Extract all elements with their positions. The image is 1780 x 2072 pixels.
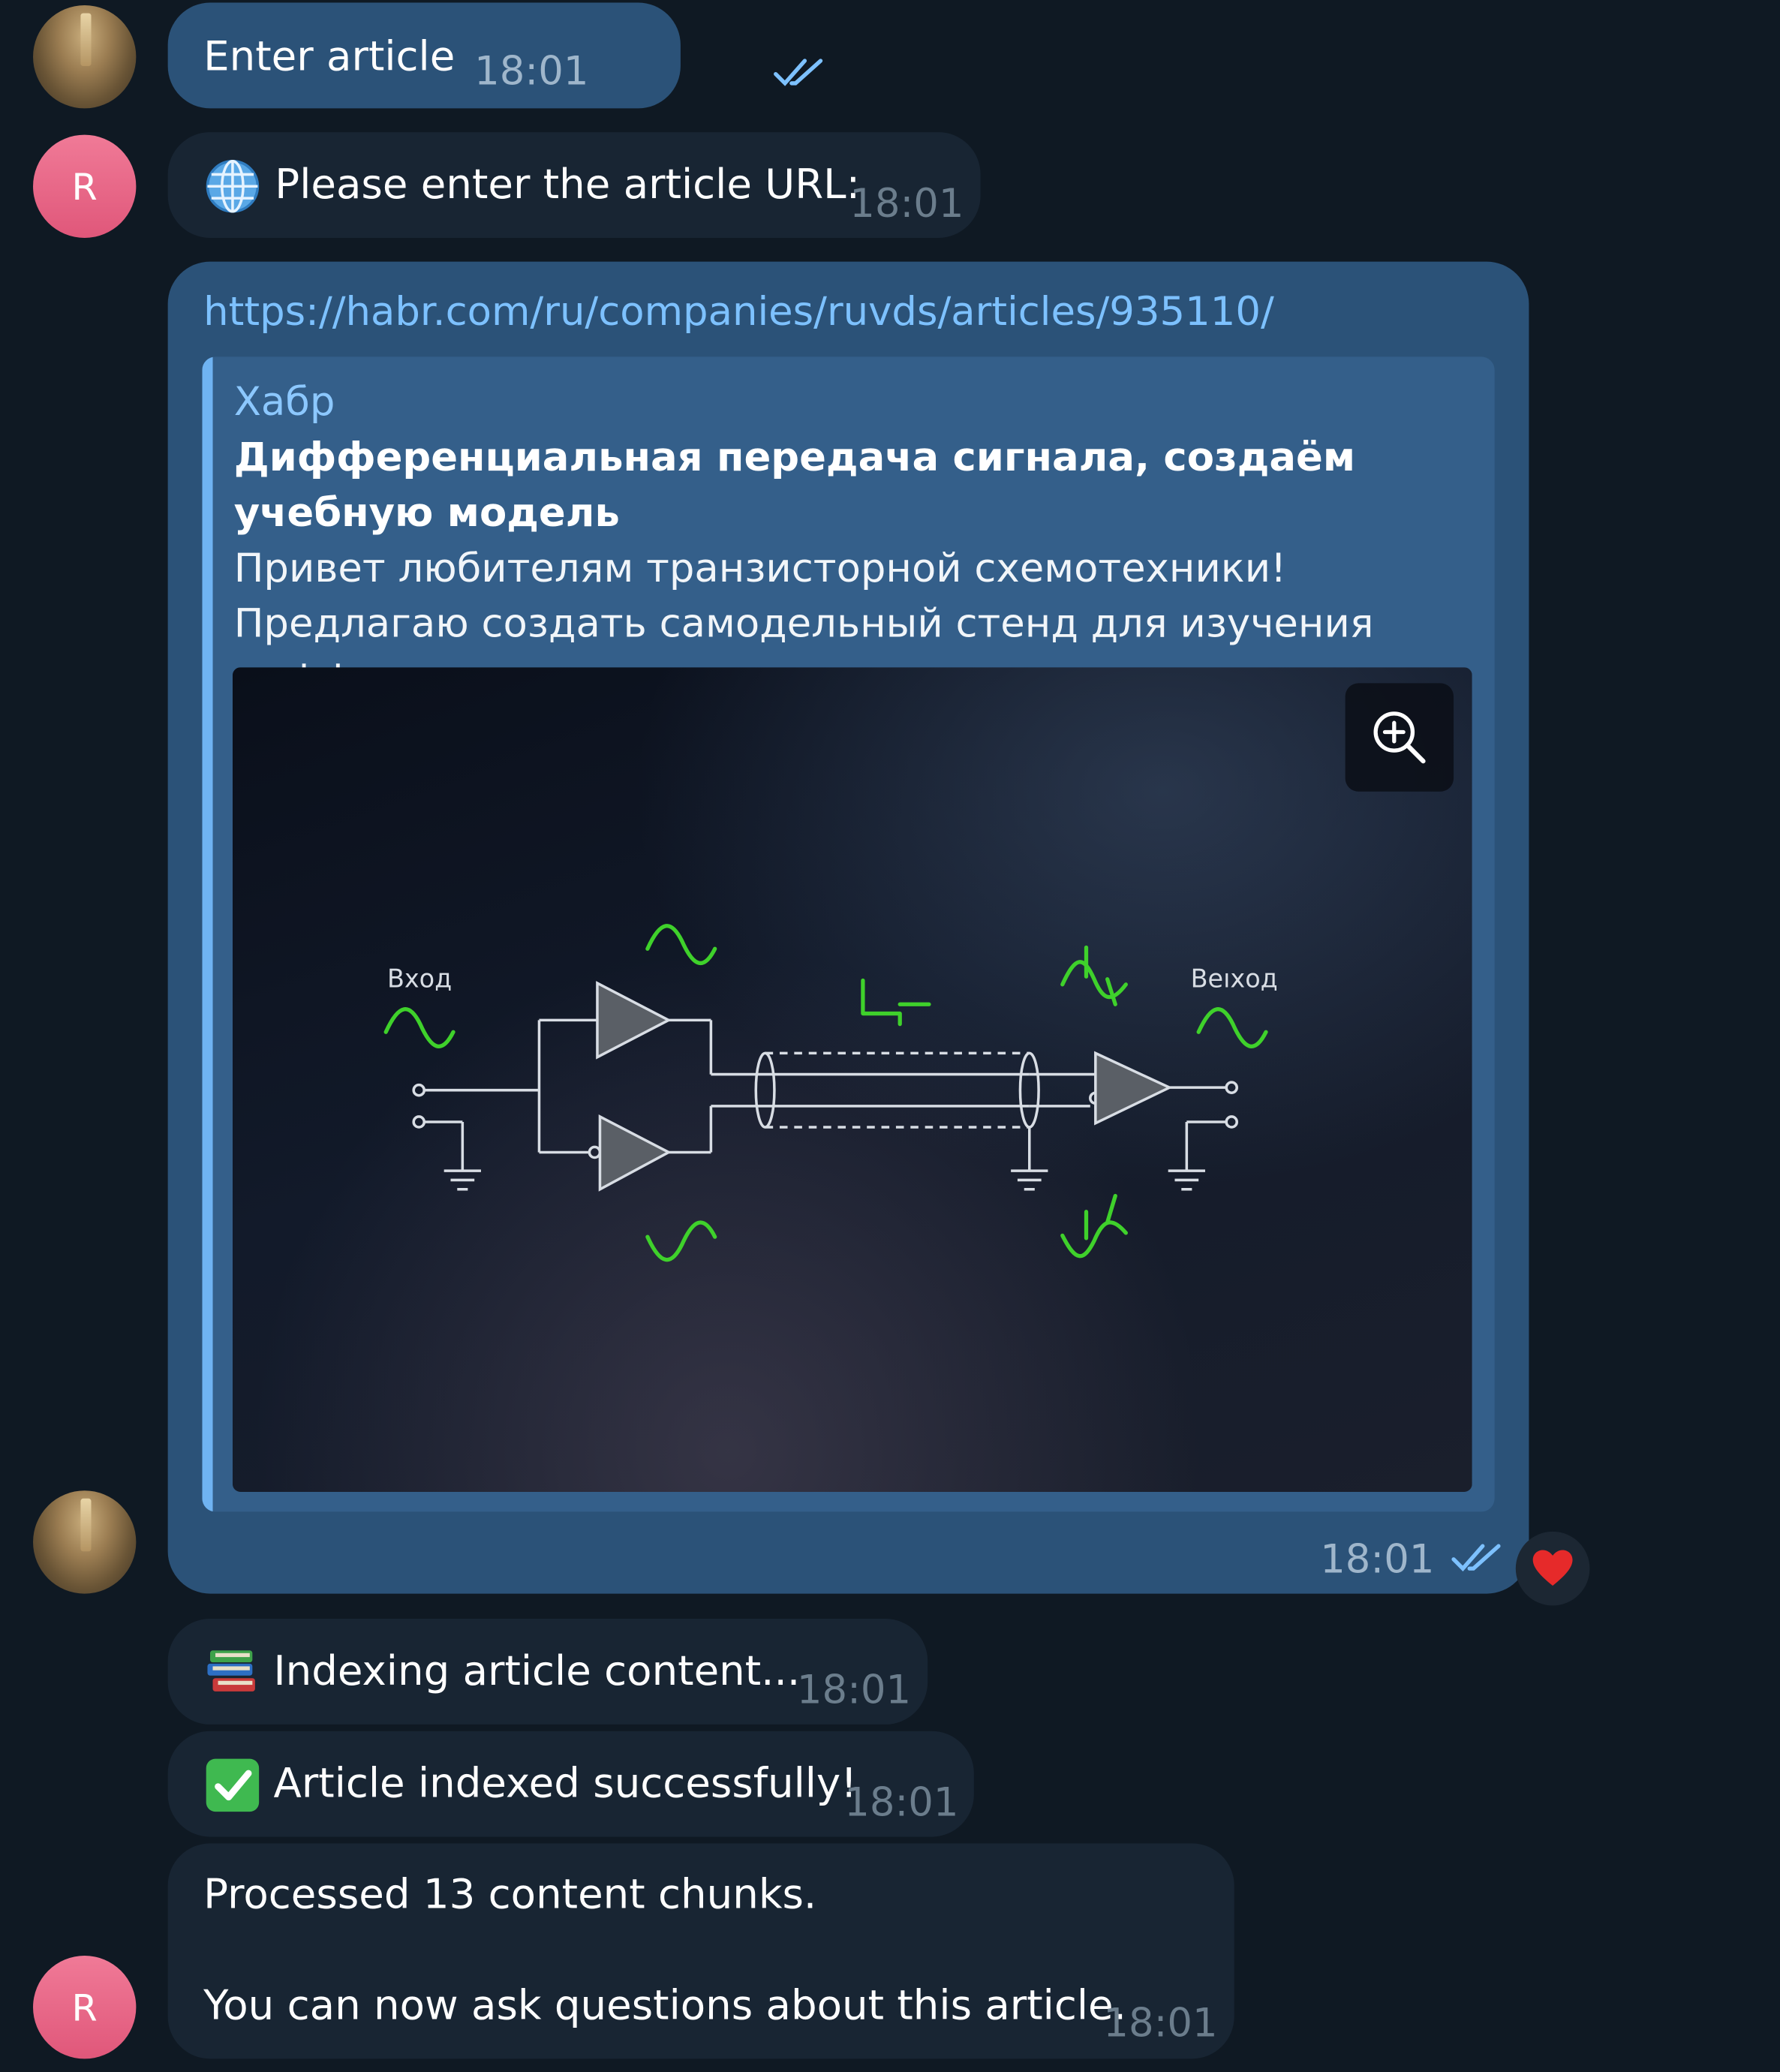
avatar-letter: R bbox=[71, 164, 98, 209]
message-text: Please enter the article URL: bbox=[275, 161, 860, 209]
message-enter-url[interactable]: Please enter the article URL: 18:01 bbox=[167, 132, 981, 238]
message-time: 18:01 bbox=[796, 1668, 912, 1714]
avatar-letter: R bbox=[71, 1985, 98, 2029]
message-indexed-success[interactable]: Article indexed successfully! 18:01 bbox=[167, 1731, 974, 1837]
heart-reaction[interactable] bbox=[1515, 1531, 1590, 1606]
bot-avatar[interactable]: R bbox=[33, 1956, 137, 2059]
preview-accent-bar bbox=[202, 356, 213, 1512]
message-enter-article[interactable]: Enter article 18:01 bbox=[167, 2, 823, 109]
message-time: 18:01 bbox=[844, 1779, 959, 1827]
message-time: 18:01 bbox=[474, 49, 589, 95]
globe-icon bbox=[206, 160, 260, 213]
check-icon bbox=[206, 1758, 260, 1812]
preview-site-name: Хабр bbox=[233, 379, 335, 426]
message-indexing[interactable]: Indexing article content... 18:01 bbox=[167, 1619, 928, 1725]
message-text: Article indexed successfully! bbox=[273, 1760, 858, 1808]
message-line-1: Processed 13 content chunks. bbox=[203, 1871, 817, 1919]
message-article-link[interactable]: https://habr.com/ru/companies/ruvds/arti… bbox=[167, 261, 1529, 1594]
message-text: Enter article bbox=[203, 33, 456, 81]
heart-icon bbox=[1532, 1550, 1573, 1586]
message-time: 18:01 bbox=[849, 181, 964, 227]
user-avatar[interactable] bbox=[33, 5, 137, 109]
message-processed-summary[interactable]: Processed 13 content chunks. You can now… bbox=[167, 1843, 1234, 2059]
preview-image[interactable]: Вход Веıход bbox=[232, 667, 1472, 1492]
zoom-button[interactable] bbox=[1345, 683, 1454, 792]
bot-avatar[interactable]: R bbox=[33, 134, 137, 238]
read-checks-icon bbox=[774, 59, 823, 86]
books-icon bbox=[207, 1650, 255, 1692]
zoom-in-icon bbox=[1373, 711, 1426, 764]
link-preview-card[interactable]: Хабр Дифференциальная передача сигнала, … bbox=[202, 356, 1495, 1512]
differential-circuit-diagram: Вход Веıход bbox=[383, 924, 1278, 1262]
read-checks-icon bbox=[1451, 1544, 1501, 1571]
message-text: Indexing article content... bbox=[273, 1647, 801, 1696]
preview-title: Дифференциальная передача сигнала, созда… bbox=[233, 435, 1356, 537]
diagram-label-input: Вход bbox=[387, 964, 452, 993]
message-time: 18:01 bbox=[1320, 1536, 1435, 1583]
article-url-link[interactable]: https://habr.com/ru/companies/ruvds/arti… bbox=[203, 285, 1274, 341]
message-time: 18:01 bbox=[1103, 2000, 1218, 2047]
message-line-2: You can now ask questions about this art… bbox=[203, 1982, 1126, 2030]
user-avatar[interactable] bbox=[33, 1490, 137, 1594]
diagram-label-output: Веıход bbox=[1191, 964, 1278, 993]
